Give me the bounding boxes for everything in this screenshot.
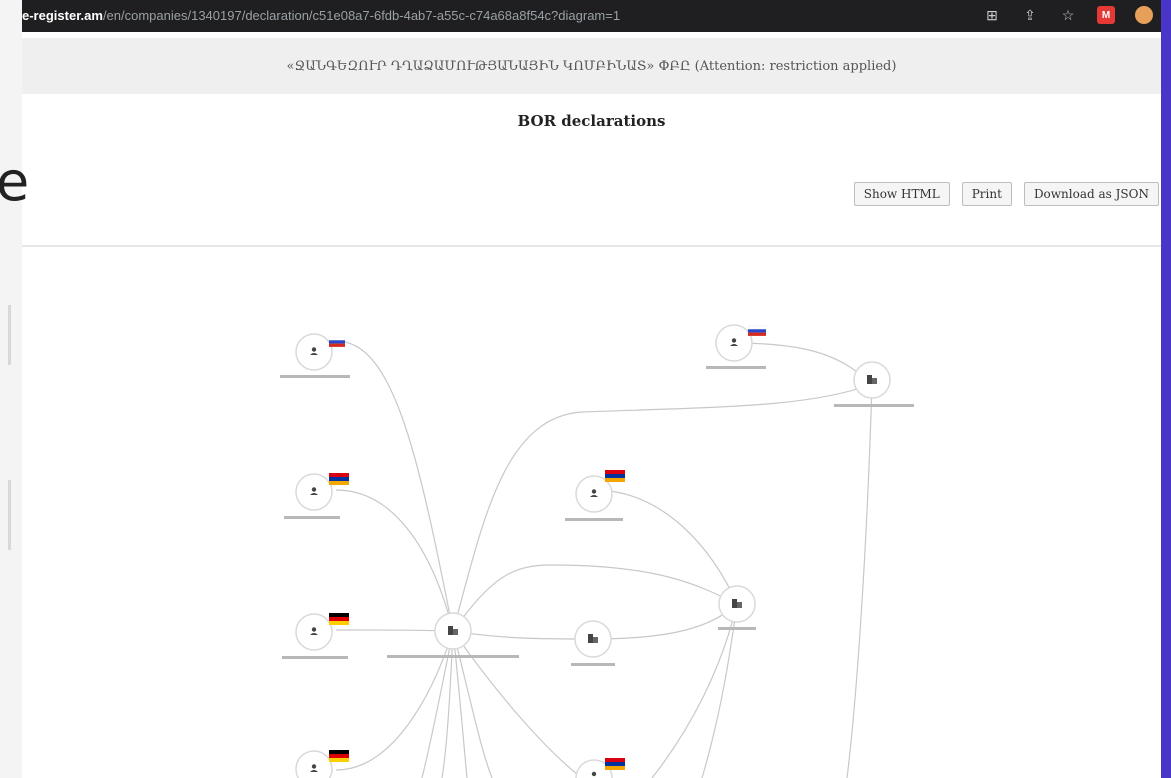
node-label — [834, 404, 914, 407]
person-node[interactable] — [706, 324, 767, 369]
cropped-divider — [8, 480, 11, 550]
armenia-flag-icon — [605, 470, 625, 482]
cropped-letter: e — [0, 150, 30, 213]
company-node[interactable] — [718, 585, 756, 630]
person-node[interactable] — [282, 613, 349, 659]
action-buttons: Show HTML Print Download as JSON — [853, 182, 1159, 206]
node-label — [284, 516, 340, 519]
right-edge-bar — [1161, 0, 1171, 778]
translate-icon[interactable]: ⊞ — [983, 6, 1001, 24]
company-node[interactable] — [571, 620, 615, 666]
germany-flag-icon — [329, 750, 349, 762]
profile-avatar-icon[interactable] — [1135, 6, 1153, 24]
page-title: BOR declarations — [517, 112, 666, 130]
edge — [452, 630, 493, 778]
download-json-button[interactable]: Download as JSON — [1023, 182, 1159, 206]
extension-icon[interactable]: M — [1097, 6, 1115, 24]
person-node[interactable] — [284, 473, 349, 519]
edge — [452, 630, 468, 778]
person-icon — [591, 771, 597, 777]
edge — [846, 383, 873, 778]
edge — [452, 630, 594, 640]
bookmark-star-icon[interactable]: ☆ — [1059, 6, 1077, 24]
bor-diagram[interactable] — [22, 247, 1161, 778]
armenia-flag-icon — [329, 473, 349, 485]
person-node[interactable] — [280, 333, 350, 378]
print-button[interactable]: Print — [961, 182, 1012, 206]
armenia-flag-icon — [605, 758, 625, 770]
edge — [651, 603, 738, 778]
share-icon[interactable]: ⇪ — [1021, 6, 1039, 24]
person-node[interactable] — [575, 758, 625, 778]
edge — [335, 489, 454, 632]
url-text[interactable]: e-register.am/en/companies/1340197/decla… — [22, 8, 620, 23]
url-domain: e-register.am — [22, 8, 103, 23]
edge — [701, 603, 738, 778]
node-label — [706, 366, 766, 369]
company-node[interactable] — [387, 612, 519, 658]
person-node[interactable] — [565, 470, 625, 521]
company-title: «ՋԱՆԳԵԶՈՒՐ ԴՂԱՁԱՄՈՒԹՅԱՆԱՅԻՆ ԿՈՄԲԻՆԱՏ» ՓԲ… — [286, 58, 897, 74]
cropped-divider — [8, 305, 11, 365]
russia-flag-icon — [328, 336, 346, 347]
russia-flag-icon — [747, 325, 767, 336]
germany-flag-icon — [329, 613, 349, 625]
browser-address-bar[interactable]: e-register.am/en/companies/1340197/decla… — [22, 0, 1161, 32]
edge — [421, 630, 454, 778]
bor-graph[interactable] — [22, 247, 1161, 778]
node-label — [282, 656, 348, 659]
edge — [441, 630, 454, 778]
left-cropped-panel: e — [0, 0, 29, 778]
edge — [733, 342, 873, 385]
node-label — [571, 663, 615, 666]
edge — [592, 603, 738, 640]
browser-toolbar-icons: ⊞ ⇪ ☆ M — [983, 6, 1153, 24]
person-node[interactable] — [295, 750, 349, 778]
node-label — [387, 655, 519, 658]
node-label — [718, 627, 756, 630]
edge — [593, 489, 738, 605]
show-html-button[interactable]: Show HTML — [853, 182, 950, 206]
edge — [335, 630, 454, 771]
edge — [452, 383, 873, 632]
node-label — [280, 375, 350, 378]
edges — [335, 340, 873, 778]
edge — [452, 630, 583, 778]
company-node[interactable] — [834, 361, 914, 407]
company-title-bar: «ՋԱՆԳԵԶՈՒՐ ԴՂԱՁԱՄՈՒԹՅԱՆԱՅԻՆ ԿՈՄԲԻՆԱՏ» ՓԲ… — [22, 38, 1161, 94]
edge — [335, 340, 454, 632]
node-label — [565, 518, 623, 521]
url-path: /en/companies/1340197/declaration/c51e08… — [102, 8, 621, 23]
